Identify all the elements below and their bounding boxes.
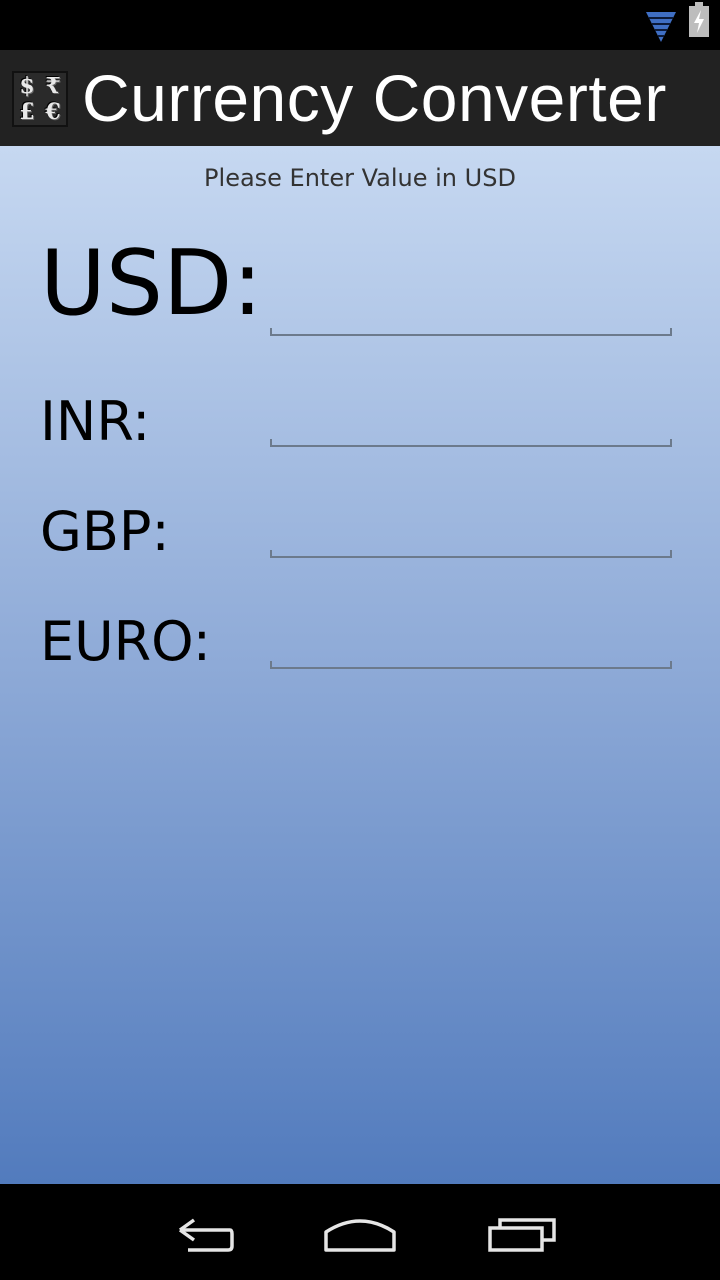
recent-apps-button[interactable] xyxy=(470,1204,570,1264)
euro-input[interactable] xyxy=(270,609,672,669)
usd-input[interactable] xyxy=(270,276,672,336)
currency-symbols-icon: $ ₹ £ € xyxy=(12,71,68,127)
dollar-glyph: $ xyxy=(19,73,35,99)
pound-glyph: £ xyxy=(19,99,35,125)
back-button[interactable] xyxy=(150,1204,250,1264)
back-icon xyxy=(178,1218,234,1252)
home-icon xyxy=(324,1219,396,1252)
wifi-icon xyxy=(646,12,676,42)
inr-input[interactable] xyxy=(270,387,672,447)
gbp-label: GBP: xyxy=(40,500,170,563)
instruction-text: Please Enter Value in USD xyxy=(204,164,516,192)
gbp-input[interactable] xyxy=(270,498,672,558)
app-title: Currency Converter xyxy=(82,61,667,135)
usd-label: USD: xyxy=(40,231,263,336)
euro-glyph: € xyxy=(45,99,61,125)
home-button[interactable] xyxy=(310,1204,410,1264)
status-bar xyxy=(0,0,720,50)
euro-label: EURO: xyxy=(40,610,211,673)
battery-charging-icon xyxy=(689,2,709,37)
rupee-glyph: ₹ xyxy=(45,73,61,99)
recent-apps-icon xyxy=(488,1218,556,1252)
inr-label: INR: xyxy=(40,390,151,453)
